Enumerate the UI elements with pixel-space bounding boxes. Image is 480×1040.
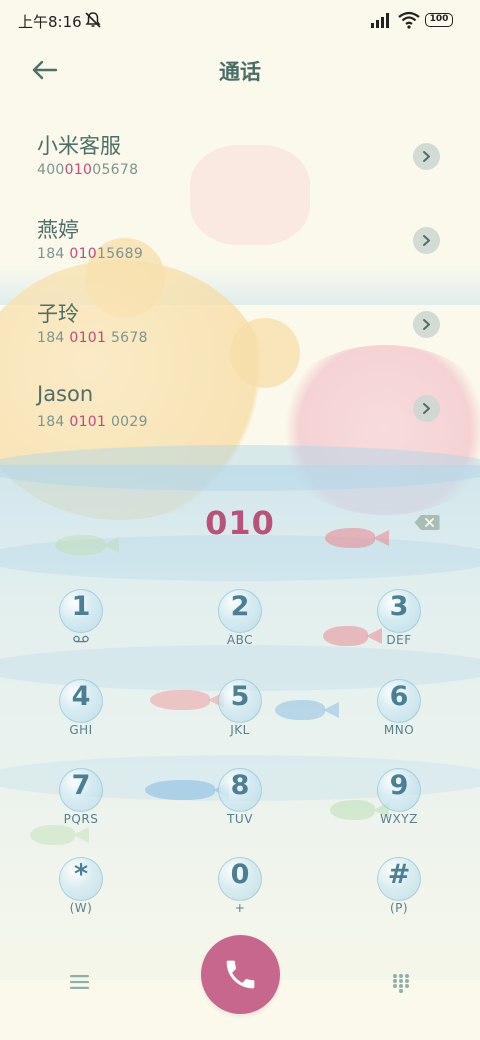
chevron-right-icon [423, 151, 430, 162]
key-1[interactable]: 1 [36, 583, 126, 663]
voicemail-icon [73, 635, 89, 643]
key-9[interactable]: 9 WXYZ [354, 762, 444, 842]
key-star[interactable]: * (W) [36, 851, 126, 931]
key-hash[interactable]: # (P) [354, 851, 444, 931]
contact-row[interactable]: Jason 184 0101 0029 [0, 372, 480, 456]
key-6[interactable]: 6 MNO [354, 673, 444, 753]
app-header: 通话 [0, 50, 480, 90]
page-title: 通话 [219, 60, 261, 84]
match-highlight: 0101 [69, 414, 107, 430]
contact-name: 燕婷 [37, 218, 79, 242]
backspace-icon[interactable] [414, 514, 440, 531]
key-8[interactable]: 8 TUV [195, 762, 285, 842]
contact-row[interactable]: 子玲 184 0101 5678 [0, 288, 480, 372]
contact-detail-button[interactable] [413, 395, 440, 422]
contact-number: 184 0101 5678 [37, 330, 148, 346]
contact-row[interactable]: 燕婷 184 01015689 [0, 204, 480, 288]
match-highlight: 010 [64, 162, 93, 178]
chevron-right-icon [423, 403, 430, 414]
mute-bell-icon [85, 12, 101, 28]
chevron-right-icon [423, 319, 430, 330]
key-7[interactable]: 7 PQRS [36, 762, 126, 842]
signal-icon [371, 13, 389, 28]
contact-detail-button[interactable] [413, 227, 440, 254]
dialed-number: 010 [205, 504, 275, 542]
status-bar: 上午8:16 100 [0, 0, 480, 42]
dialpad-icon[interactable] [392, 973, 410, 993]
contact-number: 40001005678 [37, 162, 139, 178]
key-4[interactable]: 4 GHI [36, 673, 126, 753]
contact-number: 184 0101 0029 [37, 414, 148, 430]
call-button[interactable] [201, 935, 280, 1014]
contact-name: Jason [37, 382, 94, 406]
key-2[interactable]: 2 ABC [195, 583, 285, 663]
contact-row[interactable]: 小米客服 40001005678 [0, 120, 480, 204]
key-3[interactable]: 3 DEF [354, 583, 444, 663]
wifi-icon [398, 11, 420, 29]
bottom-action-bar [0, 935, 480, 1025]
contact-detail-button[interactable] [413, 311, 440, 338]
match-highlight: 0101 [69, 330, 107, 346]
contact-name: 小米客服 [37, 134, 121, 158]
phone-icon [226, 960, 255, 989]
contact-number: 184 01015689 [37, 246, 144, 262]
battery-icon: 100 [425, 13, 453, 27]
contact-detail-button[interactable] [413, 143, 440, 170]
match-highlight: 010 [69, 246, 97, 262]
chevron-right-icon [423, 235, 430, 246]
menu-icon[interactable] [70, 975, 89, 989]
status-time: 上午8:16 [18, 13, 82, 31]
key-0[interactable]: 0 + [195, 851, 285, 931]
dial-display: 010 [0, 500, 480, 550]
contact-name: 子玲 [37, 302, 79, 326]
key-5[interactable]: 5 JKL [195, 673, 285, 753]
